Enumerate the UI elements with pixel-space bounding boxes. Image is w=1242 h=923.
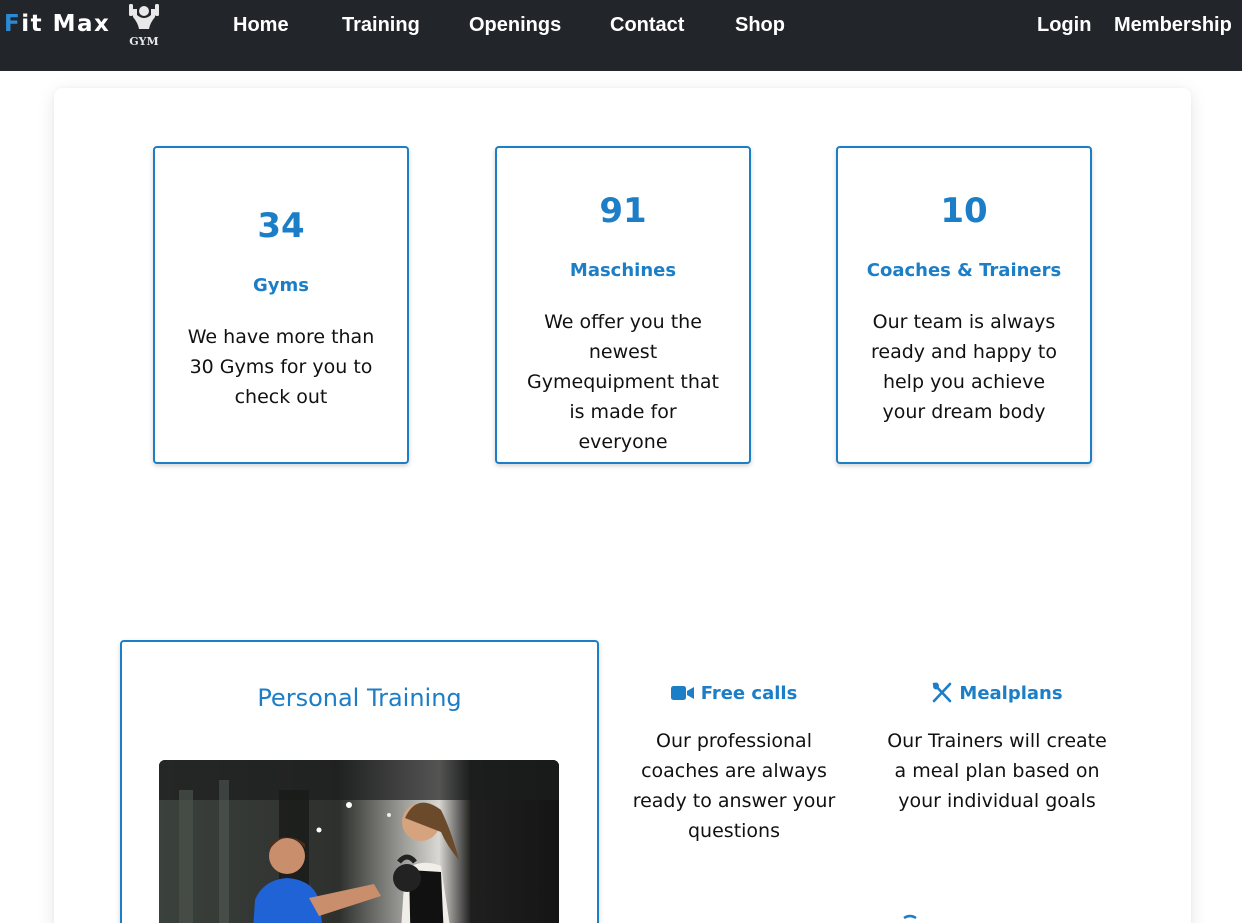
membership-link[interactable]: Membership [1114,11,1232,39]
nav-home[interactable]: Home [233,11,289,39]
stat-card-machines: 91 Maschines We offer you the newest Gym… [495,146,751,464]
nav-shop[interactable]: Shop [735,11,785,39]
nav-training[interactable]: Training [342,11,420,39]
stat-card-coaches: 10 Coaches & Trainers Our team is always… [836,146,1092,464]
personal-training-card[interactable]: Personal Training [120,640,599,923]
nav-openings[interactable]: Openings [469,11,561,39]
stat-description: Our team is always ready and happy to he… [870,311,1058,423]
brand[interactable]: Fit Max GYM [4,4,159,48]
login-link[interactable]: Login [1037,11,1091,39]
feature-free-calls: Free calls Our professional coaches are … [619,676,849,846]
feature-title: Mealplans [882,676,1112,710]
stat-title: Maschines [569,260,677,281]
feature-mealplans: Mealplans Our Trainers will create a mea… [882,676,1112,816]
svg-text:GYM: GYM [129,35,158,48]
video-camera-icon [670,686,694,700]
stat-description: We offer you the newest Gymequipment tha… [527,311,719,453]
stat-title: Coaches & Trainers [866,260,1062,281]
feature-title: Free calls [619,676,849,710]
nav-contact[interactable]: Contact [610,11,684,39]
feature-description: Our Trainers will create a meal plan bas… [887,730,1107,812]
stat-number: 10 [940,191,988,231]
brand-name: Fit Max [4,11,111,37]
partial-feature-icon [903,914,917,920]
stat-card-gyms: 34 Gyms We have more than 30 Gyms for yo… [153,146,409,464]
personal-training-title: Personal Training [257,684,462,712]
utensils-icon [933,682,952,703]
feature-description: Our professional coaches are always read… [632,730,836,842]
personal-training-photo [159,760,559,923]
stat-number: 91 [599,191,647,231]
stat-number: 34 [257,206,305,246]
trainer-photo-illustration [159,760,559,923]
gym-logo-icon: GYM [129,4,159,48]
stat-description: We have more than 30 Gyms for you to che… [187,326,375,408]
navbar: Fit Max GYM Home Training Openings Conta… [0,0,1242,71]
stat-title: Gyms [253,275,309,296]
